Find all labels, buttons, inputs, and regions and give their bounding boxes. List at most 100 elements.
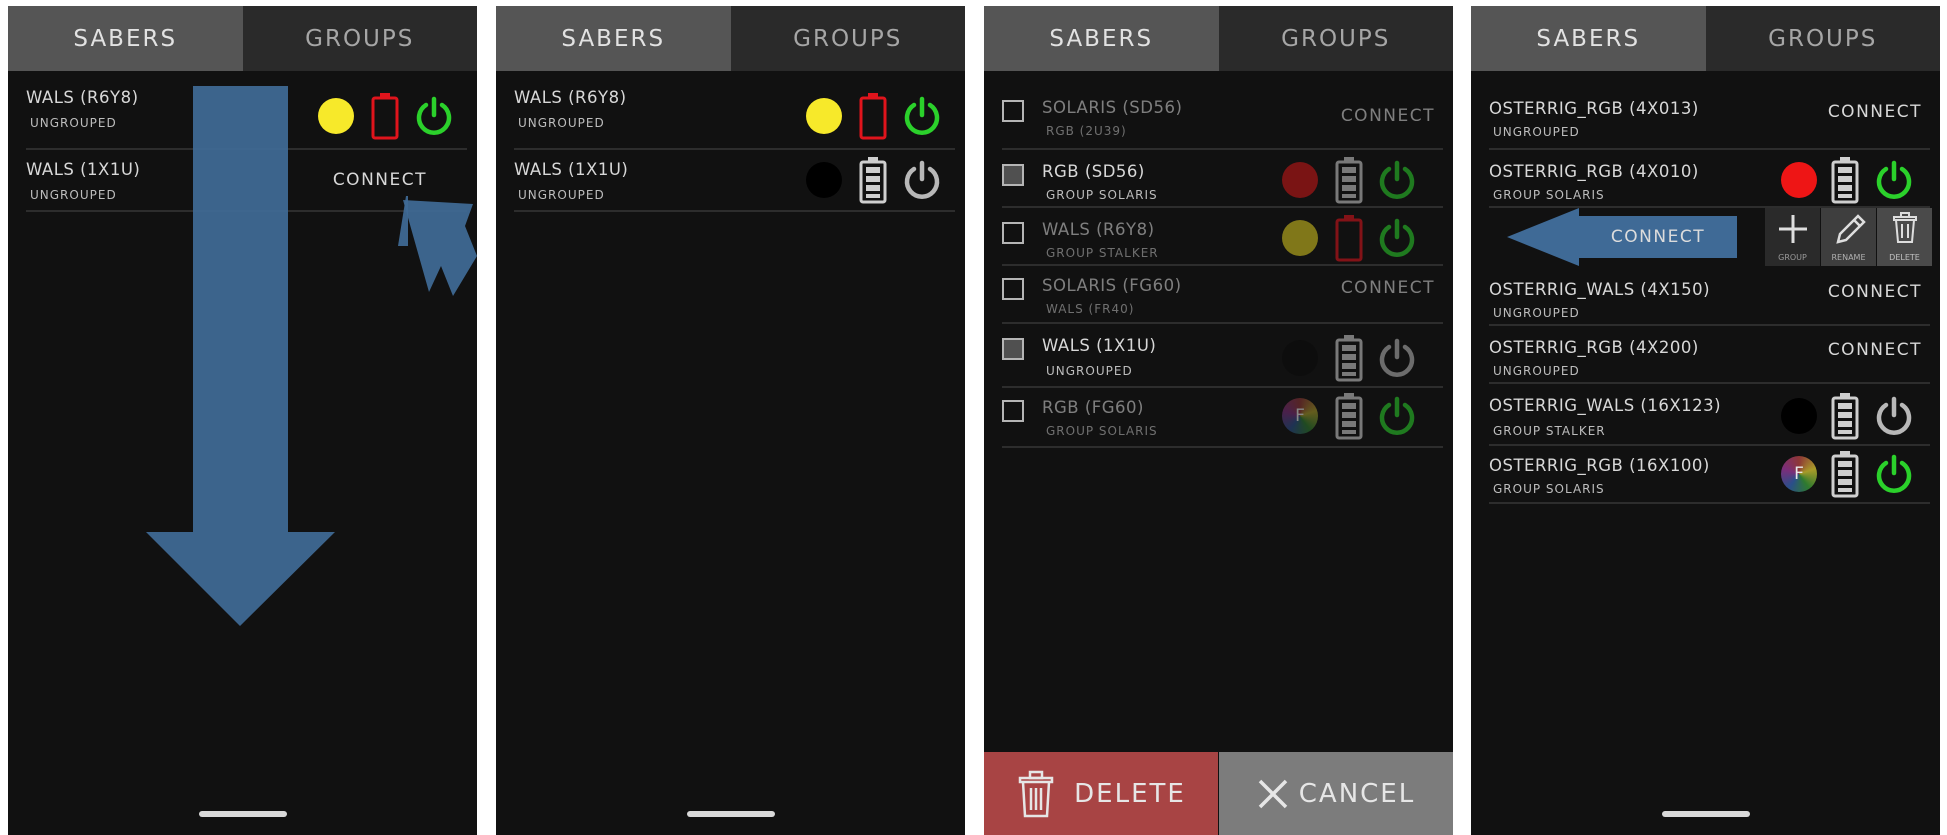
trash-icon (1018, 770, 1054, 817)
rename-action-label: RENAME (1831, 253, 1866, 262)
delete-button[interactable]: DELETE (984, 752, 1218, 835)
saber-group: UNGROUPED (1493, 125, 1580, 139)
color-dot[interactable] (806, 162, 842, 198)
group-action-button[interactable]: GROUP (1765, 208, 1820, 266)
battery-icon (1831, 392, 1859, 440)
tab-sabers[interactable]: SABERS (496, 6, 731, 71)
select-checkbox[interactable] (1002, 222, 1024, 244)
battery-icon (1335, 156, 1363, 204)
saber-name: OSTERRIG_RGB (4X200) (1489, 338, 1699, 357)
tab-sabers[interactable]: SABERS (984, 6, 1219, 71)
color-dot-multi[interactable]: F (1282, 398, 1318, 434)
screen-sabers-list-1: SABERS GROUPS WALS (R6Y8) UNGROUPED WALS… (8, 6, 477, 835)
power-icon[interactable] (1377, 338, 1417, 378)
delete-action-button[interactable]: DELETE (1877, 208, 1932, 266)
select-checkbox[interactable] (1002, 338, 1024, 360)
connect-button[interactable]: CONNECT (1341, 106, 1435, 126)
saber-row[interactable]: RGB (FG60) GROUP SOLARIS F (1002, 388, 1443, 448)
saber-name: OSTERRIG_WALS (4X150) (1489, 280, 1711, 299)
connect-button[interactable]: CONNECT (1828, 282, 1922, 302)
tab-bar: SABERS GROUPS (984, 6, 1453, 71)
saber-row[interactable]: OSTERRIG_RGB (4X013) UNGROUPED CONNECT (1489, 82, 1930, 150)
saber-name: OSTERRIG_WALS (16X123) (1489, 396, 1722, 415)
saber-row[interactable]: OSTERRIG_RGB (4X200) UNGROUPED CONNECT (1489, 326, 1930, 384)
screen-sabers-select: SABERS GROUPS SOLARIS (SD56) RGB (2U39) … (984, 6, 1453, 835)
saber-row[interactable]: SOLARIS (FG60) WALS (FR40) CONNECT (1002, 266, 1443, 324)
saber-name: OSTERRIG_RGB (16X100) (1489, 456, 1710, 475)
swiped-row[interactable]: CONNECT GROUP RENAME DELETE (1471, 208, 1940, 266)
select-checkbox[interactable] (1002, 164, 1024, 186)
color-dot[interactable] (1282, 220, 1318, 256)
saber-name: WALS (1X1U) (1042, 336, 1157, 355)
power-icon[interactable] (1874, 160, 1914, 200)
connect-button[interactable]: CONNECT (1341, 278, 1435, 298)
saber-row[interactable]: WALS (1X1U) UNGROUPED (514, 150, 955, 212)
saber-group: GROUP STALKER (1046, 246, 1159, 260)
screen-sabers-swipe: SABERS GROUPS OSTERRIG_RGB (4X013) UNGRO… (1471, 6, 1940, 835)
screen-sabers-list-2: SABERS GROUPS WALS (R6Y8) UNGROUPED WALS… (496, 6, 965, 835)
connect-button[interactable]: CONNECT (1828, 102, 1922, 122)
saber-row[interactable]: WALS (1X1U) UNGROUPED (1002, 324, 1443, 388)
color-dot[interactable] (1781, 162, 1817, 198)
saber-name: RGB (FG60) (1042, 398, 1144, 417)
saber-name: OSTERRIG_RGB (4X013) (1489, 99, 1699, 118)
saber-group: RGB (2U39) (1046, 124, 1127, 138)
select-checkbox[interactable] (1002, 400, 1024, 422)
home-indicator (686, 811, 775, 817)
battery-icon (859, 156, 887, 204)
power-icon[interactable] (1377, 160, 1417, 200)
saber-name: OSTERRIG_RGB (4X010) (1489, 162, 1699, 181)
color-dot[interactable] (1282, 340, 1318, 376)
delete-label: DELETE (1074, 778, 1186, 809)
saber-group: GROUP STALKER (1493, 424, 1606, 438)
cancel-button[interactable]: CANCEL (1219, 752, 1453, 835)
saber-row[interactable]: WALS (R6Y8) UNGROUPED (514, 72, 955, 150)
power-icon[interactable] (1377, 396, 1417, 436)
color-dot-multi[interactable]: F (1781, 456, 1817, 492)
saber-row[interactable]: OSTERRIG_RGB (16X100) GROUP SOLARIS F (1489, 446, 1930, 504)
saber-group: UNGROUPED (1493, 306, 1580, 320)
battery-icon (1335, 214, 1363, 262)
saber-name: WALS (R6Y8) (514, 88, 627, 107)
color-dot[interactable] (806, 98, 842, 134)
pull-down-arrow (146, 86, 408, 626)
power-icon[interactable] (1377, 218, 1417, 258)
saber-row[interactable]: OSTERRIG_RGB (4X010) GROUP SOLARIS (1489, 150, 1930, 208)
saber-row[interactable]: OSTERRIG_WALS (4X150) UNGROUPED CONNECT (1489, 268, 1930, 326)
plus-icon (1779, 215, 1807, 243)
color-dot[interactable] (1781, 398, 1817, 434)
connect-button[interactable]: CONNECT (1828, 340, 1922, 360)
saber-row[interactable]: SOLARIS (SD56) RGB (2U39) CONNECT (1002, 82, 1443, 150)
power-icon[interactable] (1874, 454, 1914, 494)
delete-action-label: DELETE (1889, 253, 1920, 262)
select-checkbox[interactable] (1002, 278, 1024, 300)
saber-group: GROUP SOLARIS (1493, 188, 1605, 202)
tab-bar: SABERS GROUPS (496, 6, 965, 71)
saber-name: WALS (1X1U) (514, 160, 629, 179)
saber-name: RGB (SD56) (1042, 162, 1145, 181)
saber-name: WALS (R6Y8) (1042, 220, 1155, 239)
tab-groups[interactable]: GROUPS (1218, 6, 1453, 71)
power-icon[interactable] (902, 96, 942, 136)
tab-groups[interactable]: GROUPS (1705, 6, 1940, 71)
color-dot[interactable] (1282, 162, 1318, 198)
close-icon (1258, 779, 1288, 808)
home-indicator (198, 811, 287, 817)
saber-group: GROUP SOLARIS (1493, 482, 1605, 496)
group-action-label: GROUP (1778, 253, 1807, 262)
connect-button[interactable]: CONNECT (1579, 216, 1737, 258)
saber-row[interactable]: WALS (R6Y8) GROUP STALKER (1002, 208, 1443, 266)
saber-row[interactable]: RGB (SD56) GROUP SOLARIS (1002, 150, 1443, 208)
select-checkbox[interactable] (1002, 100, 1024, 122)
tab-bar: SABERS GROUPS (1471, 6, 1940, 71)
saber-name: SOLARIS (SD56) (1042, 98, 1183, 117)
swipe-left-arrow (1507, 208, 1579, 266)
power-icon[interactable] (902, 160, 942, 200)
tab-groups[interactable]: GROUPS (730, 6, 965, 71)
rename-action-button[interactable]: RENAME (1821, 208, 1876, 266)
home-indicator (1661, 811, 1750, 817)
power-icon[interactable] (1874, 396, 1914, 436)
tab-sabers[interactable]: SABERS (1471, 6, 1706, 71)
saber-row[interactable]: OSTERRIG_WALS (16X123) GROUP STALKER (1489, 384, 1930, 446)
badge-letter: F (1295, 406, 1305, 426)
